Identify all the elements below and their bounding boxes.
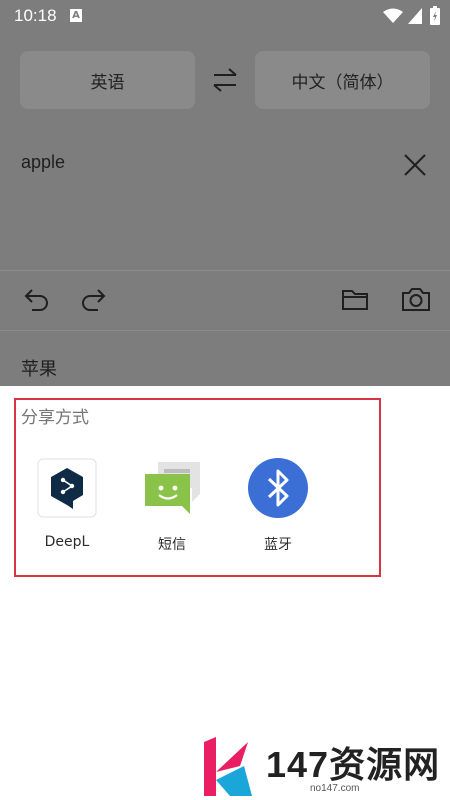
wifi-icon bbox=[383, 8, 403, 23]
source-text-input[interactable]: apple bbox=[21, 152, 65, 173]
battery-icon bbox=[430, 6, 440, 25]
folder-icon[interactable] bbox=[341, 285, 369, 313]
share-target-deepl[interactable]: DeepL bbox=[22, 458, 112, 550]
bluetooth-icon bbox=[248, 458, 308, 518]
status-time: 10:18 bbox=[14, 6, 57, 25]
redo-icon[interactable] bbox=[80, 285, 108, 313]
translation-result: 苹果 bbox=[21, 359, 57, 380]
notification-icon: A bbox=[70, 9, 82, 22]
share-target-bluetooth[interactable]: 蓝牙 bbox=[233, 458, 323, 554]
watermark-logo-icon bbox=[204, 737, 252, 796]
watermark: 147资源网 no147.com bbox=[200, 736, 450, 800]
share-target-label: DeepL bbox=[44, 534, 90, 550]
source-language-button[interactable]: 英语 bbox=[20, 51, 195, 109]
share-target-messaging[interactable]: 短信 bbox=[127, 458, 217, 554]
status-bar: 10:18 A bbox=[0, 0, 450, 32]
signal-icon bbox=[408, 8, 422, 24]
divider bbox=[0, 270, 450, 271]
undo-icon[interactable] bbox=[22, 285, 50, 313]
share-target-label: 短信 bbox=[158, 537, 186, 553]
camera-icon[interactable] bbox=[401, 285, 431, 313]
close-icon[interactable] bbox=[402, 152, 428, 178]
translator-app-dimmed: 10:18 A 英语 中文（简体） apple 苹果 bbox=[0, 0, 450, 386]
target-language-button[interactable]: 中文（简体） bbox=[255, 51, 430, 109]
share-sheet-title: 分享方式 bbox=[21, 408, 89, 428]
watermark-text: 147资源网 bbox=[266, 744, 441, 785]
swap-languages-icon[interactable] bbox=[210, 67, 240, 93]
divider bbox=[0, 330, 450, 331]
watermark-url: no147.com bbox=[310, 783, 360, 794]
deepl-icon bbox=[37, 458, 97, 518]
messaging-icon bbox=[145, 462, 200, 514]
share-target-label: 蓝牙 bbox=[264, 537, 292, 553]
